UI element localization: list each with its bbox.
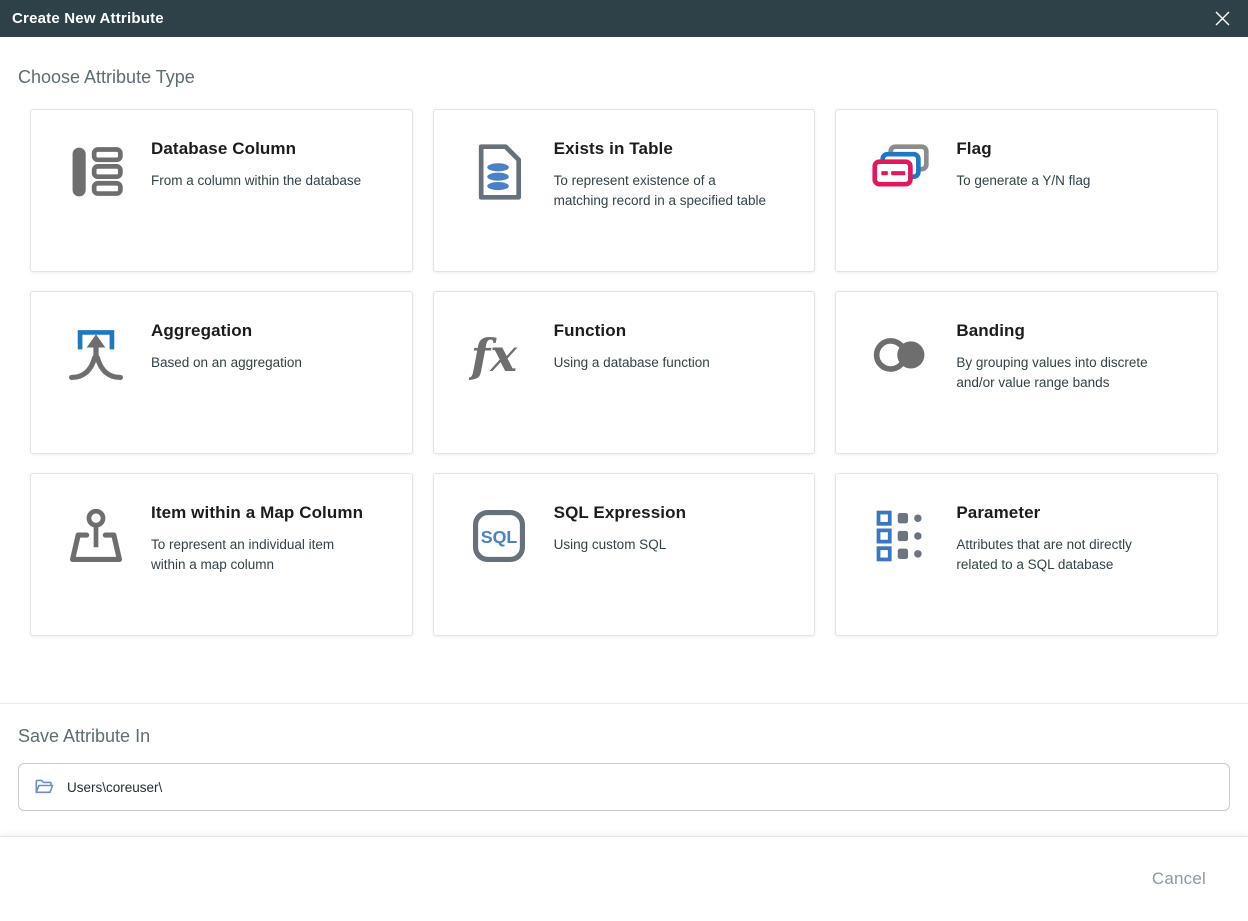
create-new-attribute-dialog: Create New Attribute Choose Attribute Ty… xyxy=(0,0,1248,921)
card-title: Item within a Map Column xyxy=(151,502,394,524)
section-divider xyxy=(0,703,1248,704)
card-item-within-map-column[interactable]: Item within a Map Column To represent an… xyxy=(30,473,413,636)
card-description: From a column within the database xyxy=(151,171,371,191)
close-button[interactable] xyxy=(1208,5,1236,33)
save-location-input[interactable]: Users\coreuser\ xyxy=(18,763,1230,811)
svg-text:fx: fx xyxy=(469,329,518,382)
merge-arrow-icon xyxy=(66,324,126,384)
stacked-flags-icon xyxy=(871,142,931,202)
card-description: Attributes that are not directly related… xyxy=(956,535,1176,575)
save-path-value: Users\coreuser\ xyxy=(67,780,162,795)
card-title: Flag xyxy=(956,138,1199,160)
card-description: By grouping values into discrete and/or … xyxy=(956,353,1176,393)
card-title: Banding xyxy=(956,320,1199,342)
dialog-footer: Cancel xyxy=(0,836,1248,921)
dialog-title: Create New Attribute xyxy=(12,10,164,27)
open-folder-icon xyxy=(35,779,54,795)
card-database-column[interactable]: Database Column From a column within the… xyxy=(30,109,413,272)
card-banding[interactable]: Banding By grouping values into discrete… xyxy=(835,291,1218,454)
sql-box-icon: SQL xyxy=(469,506,529,566)
card-title: Database Column xyxy=(151,138,394,160)
card-description: Using a database function xyxy=(554,353,774,373)
choose-attribute-type-heading: Choose Attribute Type xyxy=(18,65,1230,89)
card-parameter[interactable]: Parameter Attributes that are not direct… xyxy=(835,473,1218,636)
card-title: Function xyxy=(554,320,797,342)
map-pin-icon xyxy=(66,506,126,566)
database-column-icon xyxy=(66,142,126,202)
attribute-type-grid: Database Column From a column within the… xyxy=(30,109,1218,636)
save-attribute-in-heading: Save Attribute In xyxy=(18,724,1230,748)
card-function[interactable]: fx Function Using a database function xyxy=(433,291,816,454)
card-description: Using custom SQL xyxy=(554,535,774,555)
card-exists-in-table[interactable]: Exists in Table To represent existence o… xyxy=(433,109,816,272)
document-database-icon xyxy=(469,142,529,202)
card-title: SQL Expression xyxy=(554,502,797,524)
card-title: Aggregation xyxy=(151,320,394,342)
overlapping-circles-icon xyxy=(871,324,931,384)
card-title: Exists in Table xyxy=(554,138,797,160)
cancel-button[interactable]: Cancel xyxy=(1152,869,1206,889)
card-description: To represent an individual item within a… xyxy=(151,535,371,575)
card-title: Parameter xyxy=(956,502,1199,524)
fx-icon: fx xyxy=(469,324,529,384)
card-description: To represent existence of a matching rec… xyxy=(554,171,774,211)
card-sql-expression[interactable]: SQL SQL Expression Using custom SQL xyxy=(433,473,816,636)
card-description: To generate a Y/N flag xyxy=(956,171,1176,191)
card-description: Based on an aggregation xyxy=(151,353,371,373)
svg-text:SQL: SQL xyxy=(480,527,517,547)
close-icon xyxy=(1214,10,1231,27)
grid-squares-icon xyxy=(871,506,931,566)
dialog-header: Create New Attribute xyxy=(0,0,1248,37)
card-aggregation[interactable]: Aggregation Based on an aggregation xyxy=(30,291,413,454)
card-flag[interactable]: Flag To generate a Y/N flag xyxy=(835,109,1218,272)
